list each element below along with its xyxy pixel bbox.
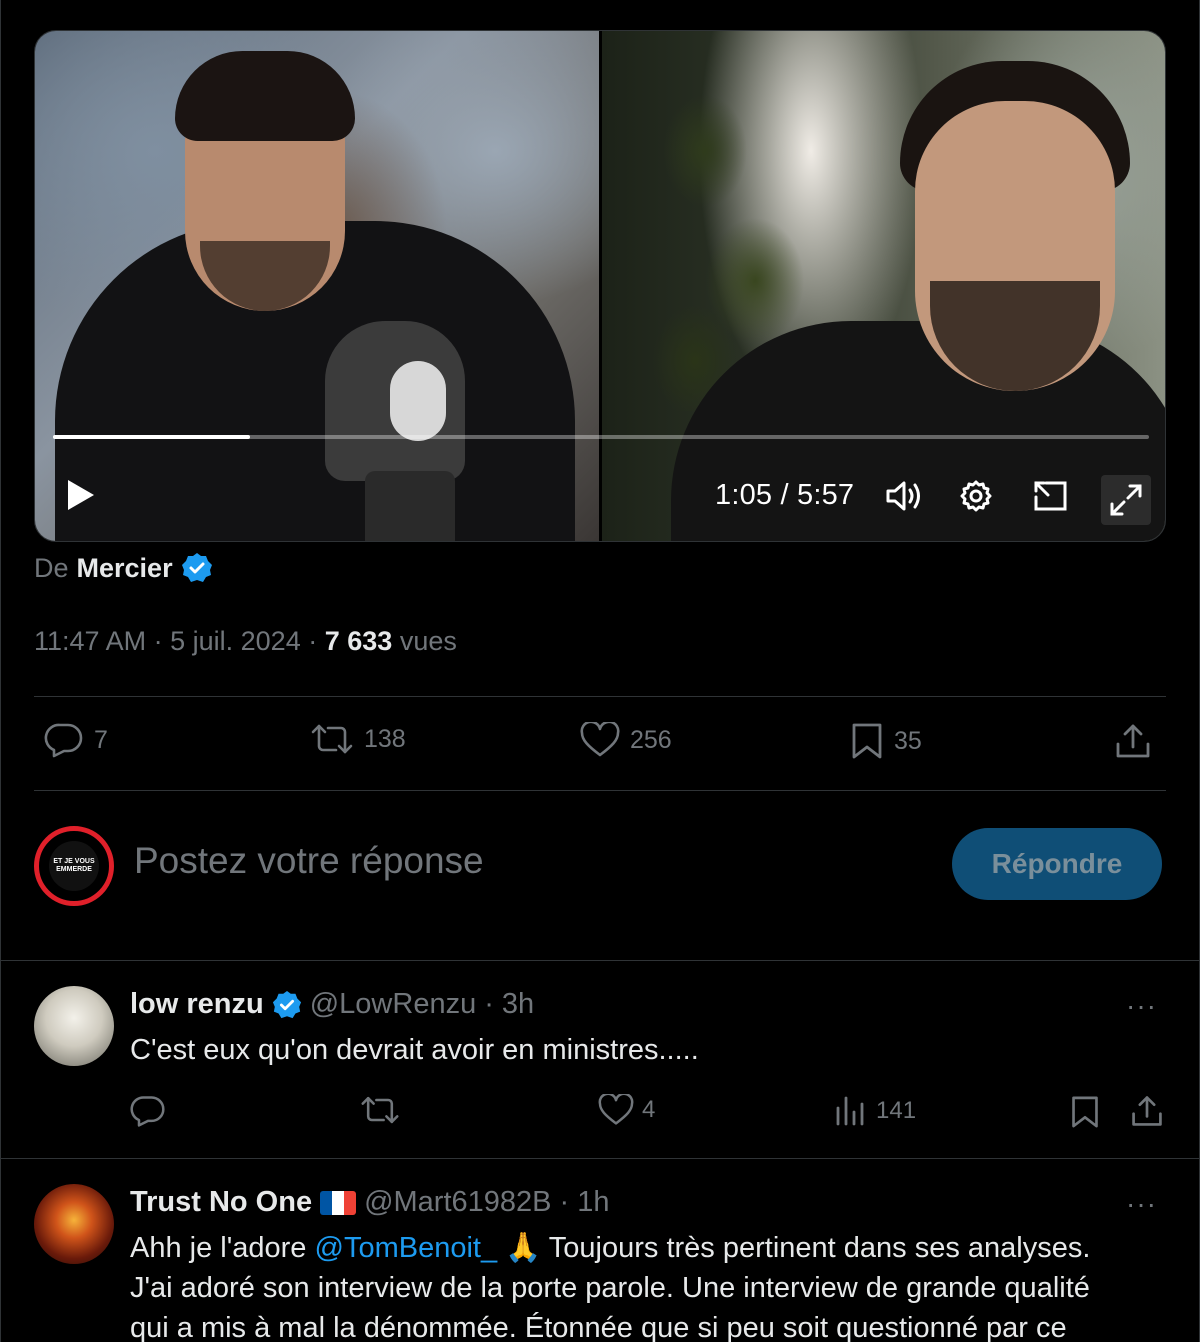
bookmark-action[interactable] (1070, 1094, 1100, 1130)
share-action[interactable] (1130, 1094, 1164, 1128)
tweet-meta: 11:47 AM · 5 juil. 2024 · 7 633 vues (34, 626, 457, 657)
from-name[interactable]: Mercier (77, 553, 173, 584)
france-flag-icon (320, 1190, 357, 1215)
like-count: 4 (642, 1096, 656, 1123)
play-icon (68, 480, 94, 510)
fullscreen-button[interactable] (1101, 475, 1151, 525)
retweet-icon (361, 1096, 399, 1124)
from-prefix: De (34, 552, 69, 583)
separator: · (308, 626, 318, 656)
retweet-count: 138 (364, 724, 406, 753)
more-options-button[interactable]: ··· (1126, 990, 1157, 1022)
divider (0, 960, 1200, 961)
settings-button[interactable] (955, 475, 997, 517)
reply-action[interactable]: 7 (44, 722, 108, 758)
bookmark-icon (1072, 1096, 1098, 1128)
microphone-stand (365, 471, 455, 541)
reply-icon (44, 723, 83, 758)
reply-author-name[interactable]: low renzu (130, 988, 264, 1021)
reply-header: low renzu @LowRenzu · 3h (130, 988, 534, 1021)
share-action[interactable] (1114, 722, 1152, 760)
tweet-date[interactable]: 5 juil. 2024 (170, 626, 301, 656)
volume-button[interactable] (883, 475, 925, 517)
divider (34, 696, 1166, 697)
reply-author-handle[interactable]: @LowRenzu (310, 988, 476, 1021)
reply-header: Trust No One @Mart61982B · 1h (130, 1186, 609, 1219)
expand-icon (1110, 484, 1142, 516)
tweet-time[interactable]: 11:47 AM (34, 626, 146, 656)
reply-age[interactable]: 1h (577, 1186, 609, 1219)
video-time: 1:05 / 5:57 (715, 479, 855, 511)
video-player[interactable]: 1:05 / 5:57 (34, 30, 1166, 542)
views-count: 141 (876, 1097, 917, 1124)
pip-button[interactable] (1029, 475, 1071, 517)
video-progress-fill (53, 435, 251, 439)
like-action[interactable]: 4 (598, 1094, 655, 1126)
retweet-action[interactable]: 138 (310, 722, 406, 756)
avatar[interactable] (34, 1184, 114, 1264)
reply-author-name[interactable]: Trust No One (130, 1186, 312, 1219)
reply-submit-button[interactable]: Répondre (952, 828, 1162, 900)
video-progress-bar[interactable] (53, 435, 1149, 439)
bookmark-icon (852, 723, 882, 759)
separator: · (559, 1186, 570, 1218)
reply-text: Ahh je l'adore @TomBenoit_ 🙏 Toujours tr… (130, 1228, 1090, 1268)
views-label: vues (399, 626, 457, 656)
analytics-icon (836, 1096, 864, 1126)
video-attribution: De Mercier (34, 552, 213, 584)
reply-input[interactable]: Postez votre réponse (134, 840, 484, 882)
volume-icon (886, 481, 920, 511)
heart-icon (598, 1094, 634, 1125)
divider (0, 1158, 1200, 1159)
separator: · (153, 626, 163, 656)
share-icon (1132, 1096, 1162, 1126)
current-user-avatar[interactable]: ET JE VOUS EMMERDE (34, 826, 114, 906)
host-hair (175, 51, 355, 141)
heart-icon (580, 722, 620, 757)
reply-age[interactable]: 3h (502, 988, 534, 1021)
tweet-action-bar: 7 138 256 35 (34, 722, 1166, 768)
reply-text: C'est eux qu'on devrait avoir en ministr… (130, 1034, 699, 1066)
play-button[interactable] (63, 475, 99, 515)
separator: · (484, 988, 494, 1020)
reply-text-segment: Ahh je l'adore (130, 1232, 315, 1264)
reply-text-line: J'ai adoré son interview de la porte par… (130, 1272, 1090, 1304)
split-divider (599, 31, 602, 541)
reply-text-segment: 🙏 Toujours très pertinent dans ses analy… (497, 1232, 1091, 1264)
reply-action-bar: 4 141 (130, 1094, 1170, 1138)
reply-icon (130, 1096, 165, 1127)
bookmark-count: 35 (894, 726, 922, 755)
divider (34, 790, 1166, 791)
reply-text-line: qui a mis à mal la dénommée. Étonnée que… (130, 1312, 1067, 1342)
views-action[interactable]: 141 (834, 1094, 916, 1128)
like-action[interactable]: 256 (580, 722, 672, 758)
avatar[interactable] (34, 986, 114, 1066)
share-icon (1116, 724, 1150, 758)
bookmark-action[interactable]: 35 (850, 722, 922, 760)
verified-badge-icon (272, 990, 301, 1018)
reply-action[interactable] (130, 1094, 166, 1128)
more-options-button[interactable]: ··· (1126, 1188, 1157, 1220)
reply-count: 7 (94, 725, 108, 754)
mention-link[interactable]: @TomBenoit_ (315, 1232, 498, 1264)
picture-in-picture-icon (1034, 481, 1067, 511)
retweet-icon (311, 724, 353, 754)
like-count: 256 (630, 725, 672, 754)
views-count: 7 633 (324, 626, 393, 656)
avatar-badge-text: ET JE VOUS EMMERDE (49, 841, 99, 891)
column-border-left (0, 0, 1, 1342)
verified-badge-icon (181, 553, 212, 582)
microphone-head (390, 361, 446, 441)
gear-icon (960, 480, 992, 512)
reply-author-handle[interactable]: @Mart61982B (364, 1186, 551, 1219)
retweet-action[interactable] (360, 1094, 400, 1126)
